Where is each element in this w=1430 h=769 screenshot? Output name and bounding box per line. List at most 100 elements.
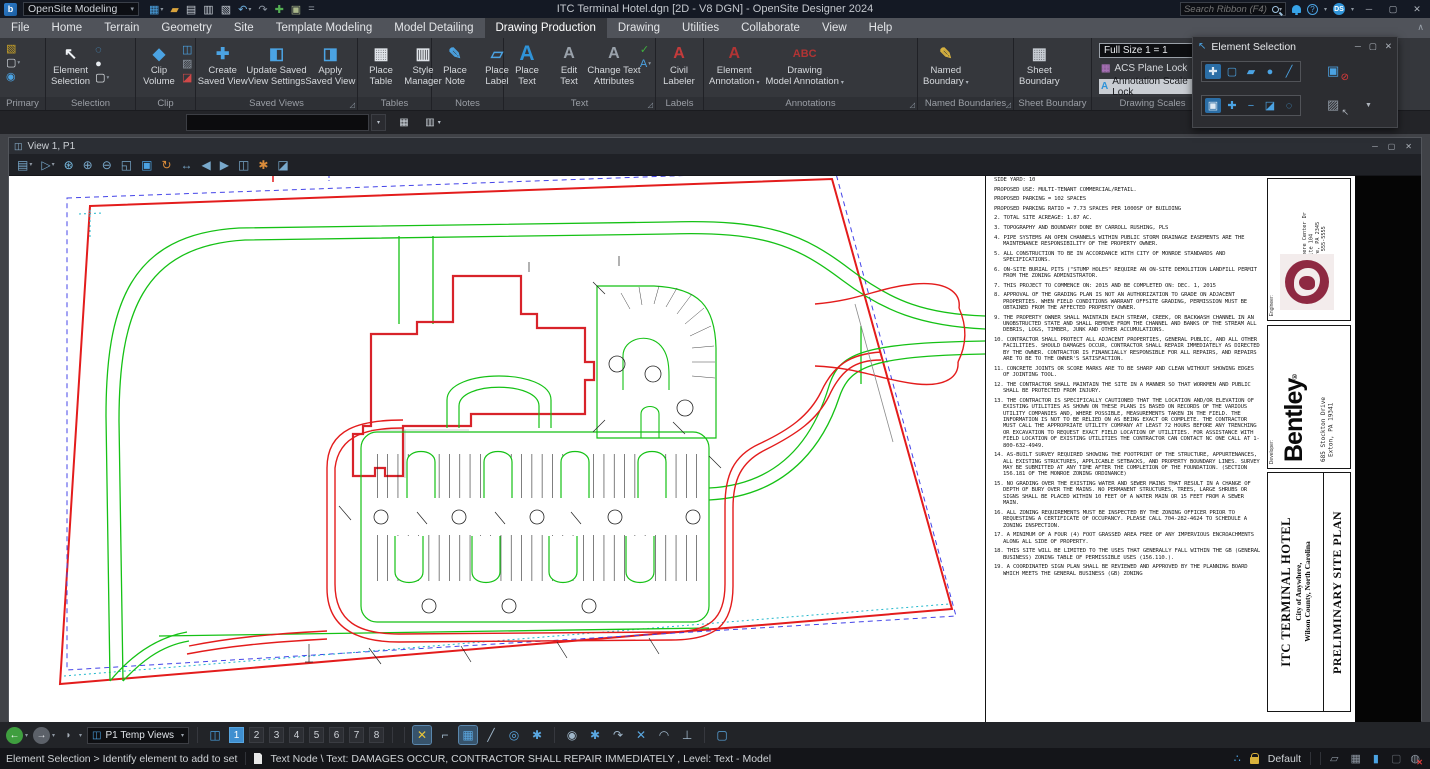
back-button[interactable]: ← (6, 726, 23, 744)
place-note-button[interactable]: ✎ Place Note (434, 40, 476, 87)
snap-tangent-icon[interactable]: ◠ (655, 726, 673, 744)
snap-intersection-icon[interactable]: ✕ (632, 726, 650, 744)
select-shape-icon[interactable]: ▰ (1243, 64, 1259, 79)
connection-status-icon[interactable]: ◍ ✕ (1410, 752, 1423, 767)
keyin-input[interactable] (186, 114, 369, 131)
place-text-button[interactable]: A Place Text (506, 40, 548, 87)
details-icon[interactable]: ▢ (1391, 752, 1401, 765)
save-settings-icon[interactable]: ▥ (203, 3, 213, 16)
sheet-boundary-button[interactable]: ▦ Sheet Boundary (1016, 40, 1063, 87)
user-avatar[interactable]: DS (1332, 3, 1345, 15)
redo-icon[interactable]: ↷ (258, 3, 267, 16)
tab-drawing[interactable]: Drawing (607, 18, 671, 38)
active-level[interactable]: Default (1268, 753, 1301, 765)
search-input[interactable] (1183, 3, 1272, 15)
save-icon[interactable]: ▤ (186, 3, 196, 16)
workspace-select[interactable]: OpenSite Modeling ▾ (23, 2, 139, 16)
copy-view-icon[interactable]: ◫ (238, 158, 249, 172)
qat-more-icon[interactable]: = (308, 3, 314, 15)
tab-home[interactable]: Home (41, 18, 94, 38)
explorer-icon[interactable]: ▧ (6, 44, 20, 55)
open-file-icon[interactable]: ▰ (170, 3, 178, 16)
snap-perpendicular-icon[interactable]: ⊥ (678, 726, 696, 744)
civil-labeler-button[interactable]: A Civil Labeler (658, 40, 700, 87)
text-case-icon[interactable]: A ▾ (640, 59, 651, 70)
clip-volume-button[interactable]: ◆ Clip Volume (138, 40, 180, 87)
element-annotation-button[interactable]: A Element Annotation ▾ (706, 40, 762, 88)
selection-scope-icon[interactable]: ▢ (713, 726, 731, 744)
select-circle-icon[interactable]: ● (1262, 64, 1278, 79)
view-restore-button[interactable]: ▢ (1388, 142, 1396, 151)
view-toggle-4[interactable]: 4 (289, 727, 305, 743)
cached-visuals-icon[interactable]: ▦ (1351, 752, 1361, 765)
dialog-launcher-icon[interactable]: ◿ (1006, 101, 1011, 109)
select-new-icon[interactable]: ▣ (1205, 98, 1221, 113)
fence-circle-icon[interactable]: ● (95, 59, 109, 70)
collapse-ribbon-icon[interactable]: ∧ (1417, 22, 1424, 33)
acs-plane-lock-toggle[interactable]: ▦ ACS Plane Lock (1099, 61, 1206, 76)
display-style-icon[interactable]: ▤ ▾ (17, 158, 32, 172)
save-as-icon[interactable]: ▧ (221, 3, 231, 16)
fit-view-icon[interactable]: ▣ (141, 158, 152, 172)
new-file-icon[interactable]: ▢ ▾ (6, 58, 20, 69)
fence-dotted-icon[interactable]: ◌ (95, 45, 109, 56)
view-group-select[interactable]: ◫ P1 Temp Views ▾ (87, 726, 190, 744)
snap-circle-icon[interactable]: ◎ (505, 726, 523, 744)
saved-view-apply-icon[interactable]: ◪ (277, 158, 288, 172)
close-button[interactable]: ✕ (1408, 2, 1426, 16)
zoom-out-icon[interactable]: ⊖ (102, 158, 112, 172)
view-title-bar[interactable]: ◫ View 1, P1 ─ ▢ ✕ (9, 138, 1421, 154)
view-toggle-6[interactable]: 6 (329, 727, 345, 743)
restore-button[interactable]: ▢ (1384, 2, 1402, 16)
site-plan-drawing[interactable] (9, 176, 985, 722)
update-saved-view-settings-button[interactable]: ◧ Update Saved View Settings (246, 40, 306, 87)
keyin-dropdown-icon[interactable]: ▾ (371, 114, 386, 131)
presentation-icon[interactable]: ▷ ▾ (41, 158, 54, 172)
tab-collaborate[interactable]: Collaborate (730, 18, 811, 38)
view-groups-icon[interactable]: ◫ (206, 726, 224, 744)
view-toggle-5[interactable]: 5 (309, 727, 325, 743)
drawing-canvas[interactable]: SIDE YARD: 10 PROPOSED USE: MULTI-TENANT … (9, 176, 1421, 722)
snap-grid-icon[interactable]: ▦ (458, 725, 479, 745)
change-text-attributes-button[interactable]: A Change Text Attributes (587, 40, 640, 87)
pan-view-icon[interactable]: ↔ (181, 158, 193, 172)
dialog-launcher-icon[interactable]: ◿ (350, 101, 355, 109)
search-icon[interactable] (1271, 5, 1279, 13)
view-toggle-8[interactable]: 8 (369, 727, 385, 743)
tab-file[interactable]: File (0, 18, 41, 38)
dialog-close-button[interactable]: ✕ (1385, 41, 1392, 52)
dialog-minimize-button[interactable]: ─ (1355, 41, 1361, 52)
app-icon[interactable]: b (4, 2, 17, 16)
element-selection-button[interactable]: ↖ Element Selection (48, 40, 93, 87)
tab-geometry[interactable]: Geometry (150, 18, 223, 38)
properties-icon[interactable]: ◉ (6, 72, 20, 83)
fence-square-icon[interactable]: ▢ ▾ (95, 73, 109, 84)
apply-saved-view-button[interactable]: ◨ Apply Saved View (305, 40, 355, 87)
select-add-icon[interactable]: ✚ (1224, 98, 1240, 113)
view-previous-icon[interactable]: ◀ (202, 158, 211, 172)
view-minimize-button[interactable]: ─ (1372, 142, 1378, 151)
tab-terrain[interactable]: Terrain (93, 18, 150, 38)
zoom-in-icon[interactable]: ⊕ (83, 158, 93, 172)
minimize-button[interactable]: ─ (1360, 2, 1378, 16)
tab-site[interactable]: Site (223, 18, 265, 38)
update-view-icon[interactable]: ⊛ (64, 158, 74, 172)
view-next-icon[interactable]: ▶ (220, 158, 229, 172)
view-toggle-2[interactable]: 2 (249, 727, 265, 743)
place-table-button[interactable]: ▦ Place Table (360, 40, 402, 87)
select-block-icon[interactable]: ▢ (1224, 64, 1240, 79)
snap-gear-icon[interactable]: ✱ (586, 726, 604, 744)
named-boundary-button[interactable]: ✎ Named Boundary ▾ (920, 40, 972, 88)
tab-help[interactable]: Help (858, 18, 904, 38)
ribbon-search[interactable]: ▾ (1179, 2, 1286, 16)
annotation-scale-lock-toggle[interactable]: A Annotation Scale Lock (1099, 76, 1206, 98)
clip-delete-icon[interactable]: ◪ (182, 73, 192, 84)
clip-window-icon[interactable]: ◫ (182, 45, 192, 56)
edit-text-button[interactable]: A Edit Text (548, 40, 590, 87)
view-toggle-1[interactable]: 1 (229, 727, 245, 743)
drawing-scale-select[interactable]: Full Size 1 = 1▾ (1099, 43, 1207, 58)
tab-model-detailing[interactable]: Model Detailing (383, 18, 484, 38)
undo-icon[interactable]: ↶ ▾ (238, 3, 251, 16)
dialog-restore-button[interactable]: ▢ (1369, 41, 1377, 52)
pin-icon[interactable]: ✚ (275, 3, 284, 16)
